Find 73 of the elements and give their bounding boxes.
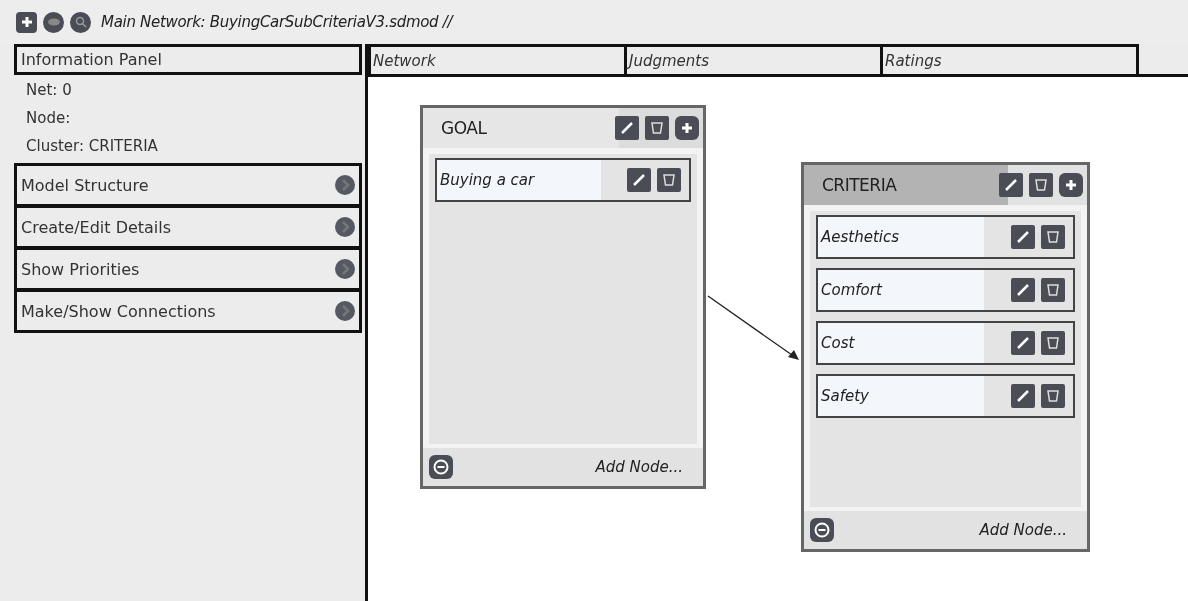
edit-button[interactable] (1011, 278, 1035, 302)
pencil-icon (632, 173, 646, 187)
delete-button[interactable] (1041, 331, 1065, 355)
info-line: Node: (25, 108, 72, 129)
cluster-header[interactable]: GOAL (423, 108, 703, 148)
delete-button[interactable] (1029, 173, 1053, 197)
add-button[interactable] (1059, 173, 1083, 197)
trash-icon (1034, 178, 1048, 192)
node-item[interactable]: Safety (816, 374, 1075, 418)
trash-icon (1046, 230, 1060, 244)
trash-icon (662, 173, 676, 187)
cluster-header[interactable]: CRITERIA (804, 165, 1087, 205)
node-name: Cost (821, 334, 855, 352)
edit-button[interactable] (1011, 225, 1035, 249)
chevron-icon (335, 175, 355, 195)
eye-icon (46, 17, 61, 27)
trash-icon (1046, 389, 1060, 403)
pencil-icon (1016, 336, 1030, 350)
panel-section-button[interactable]: Model Structure (14, 163, 362, 207)
chevron-icon (335, 217, 355, 237)
node-item[interactable]: Cost (816, 321, 1075, 365)
panel-section-button[interactable]: Make/Show Connections (14, 289, 362, 333)
add-button[interactable] (16, 11, 37, 33)
trash-icon (650, 121, 664, 135)
edit-button[interactable] (615, 116, 639, 140)
add-button[interactable] (675, 116, 699, 140)
pencil-icon (620, 121, 634, 135)
view-button[interactable] (43, 11, 64, 33)
plus-icon (680, 121, 694, 135)
node-name: Buying a car (440, 171, 535, 189)
pencil-icon (1016, 389, 1030, 403)
cluster-name: GOAL (441, 118, 487, 138)
search-icon (74, 16, 87, 28)
info-line: Net: 0 (25, 80, 73, 101)
chevron-icon (335, 301, 355, 321)
node-name: Aesthetics (821, 228, 900, 246)
info-line: Cluster: CRITERIA (25, 136, 159, 157)
delete-button[interactable] (1041, 384, 1065, 408)
minus-icon (433, 459, 449, 475)
trash-icon (1046, 283, 1060, 297)
panel-title: Information Panel (14, 44, 362, 75)
node-item[interactable]: Buying a car (435, 158, 691, 202)
plus-icon (19, 15, 34, 29)
plus-icon (1064, 178, 1078, 192)
panel-section-button[interactable]: Show Priorities (14, 247, 362, 291)
edit-button[interactable] (627, 168, 651, 192)
delete-button[interactable] (1041, 278, 1065, 302)
delete-button[interactable] (657, 168, 681, 192)
edit-button[interactable] (999, 173, 1023, 197)
remove-button[interactable] (429, 455, 453, 479)
pencil-icon (1004, 178, 1018, 192)
add-node-button[interactable]: Add Node... (595, 458, 683, 476)
panel-section-button[interactable]: Create/Edit Details (14, 205, 362, 249)
node-name: Comfort (821, 281, 882, 299)
remove-button[interactable] (810, 518, 834, 542)
pencil-icon (1016, 283, 1030, 297)
node-name: Safety (821, 387, 869, 405)
edit-button[interactable] (1011, 384, 1035, 408)
cluster-name: CRITERIA (822, 175, 897, 195)
search-button[interactable] (70, 11, 91, 33)
node-item[interactable]: Comfort (816, 268, 1075, 312)
minus-icon (814, 522, 830, 538)
tab[interactable]: Ratings (880, 44, 1139, 74)
trash-icon (1046, 336, 1060, 350)
chevron-icon (335, 259, 355, 279)
window-title: Main Network: BuyingCarSubCriteriaV3.sdmod // (101, 13, 453, 31)
tab[interactable]: Network (368, 44, 627, 74)
delete-button[interactable] (1041, 225, 1065, 249)
pencil-icon (1016, 230, 1030, 244)
node-item[interactable]: Aesthetics (816, 215, 1075, 259)
add-node-button[interactable]: Add Node... (979, 521, 1067, 539)
delete-button[interactable] (645, 116, 669, 140)
edit-button[interactable] (1011, 331, 1035, 355)
